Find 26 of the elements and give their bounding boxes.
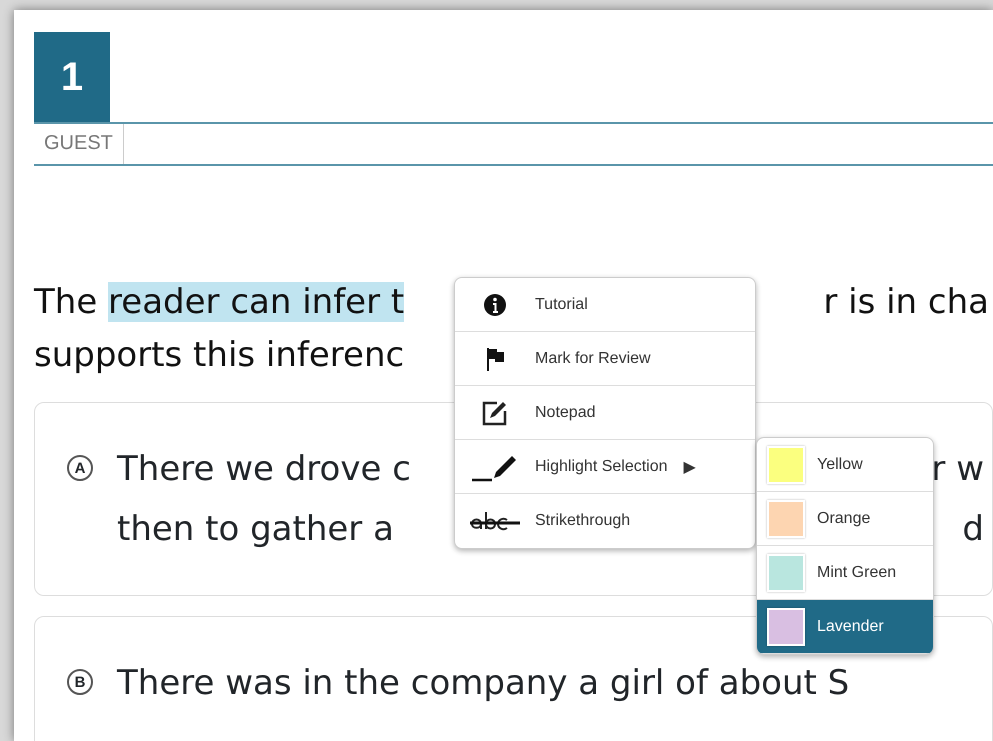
option-letter[interactable]: A <box>67 455 93 481</box>
menu-item[interactable]: Mark for Review <box>455 332 755 386</box>
user-label: GUEST <box>34 124 124 164</box>
menu-item[interactable]: Tutorial <box>455 278 755 332</box>
color-option[interactable]: Yellow <box>757 438 933 492</box>
color-option[interactable]: Orange <box>757 492 933 546</box>
submenu-arrow-icon: ▶ <box>684 456 696 476</box>
highlighted-text: reader can infer t <box>108 282 404 322</box>
menu-item[interactable]: Highlight Selection ▶ <box>455 440 755 494</box>
strikethrough-icon <box>469 510 521 532</box>
option-text: then to gather a <box>117 508 394 551</box>
question-text: The <box>34 282 98 322</box>
menu-item[interactable]: Notepad <box>455 386 755 440</box>
option-text: There we drove c <box>117 448 411 491</box>
question-text: supports this inferenc <box>34 335 404 375</box>
option-text: r w <box>931 448 984 491</box>
flag-icon <box>485 346 505 370</box>
menu-item[interactable]: Strikethrough <box>455 494 755 548</box>
color-option[interactable]: Lavender <box>757 600 933 654</box>
option-text: d <box>962 508 984 551</box>
option-letter[interactable]: B <box>67 669 93 695</box>
color-option[interactable]: Mint Green <box>757 546 933 600</box>
question-number: 1 <box>34 32 110 122</box>
info-icon <box>483 292 507 316</box>
option-text: There was in the company a girl of about S <box>117 662 850 705</box>
question-text: r is in cha <box>823 281 989 324</box>
